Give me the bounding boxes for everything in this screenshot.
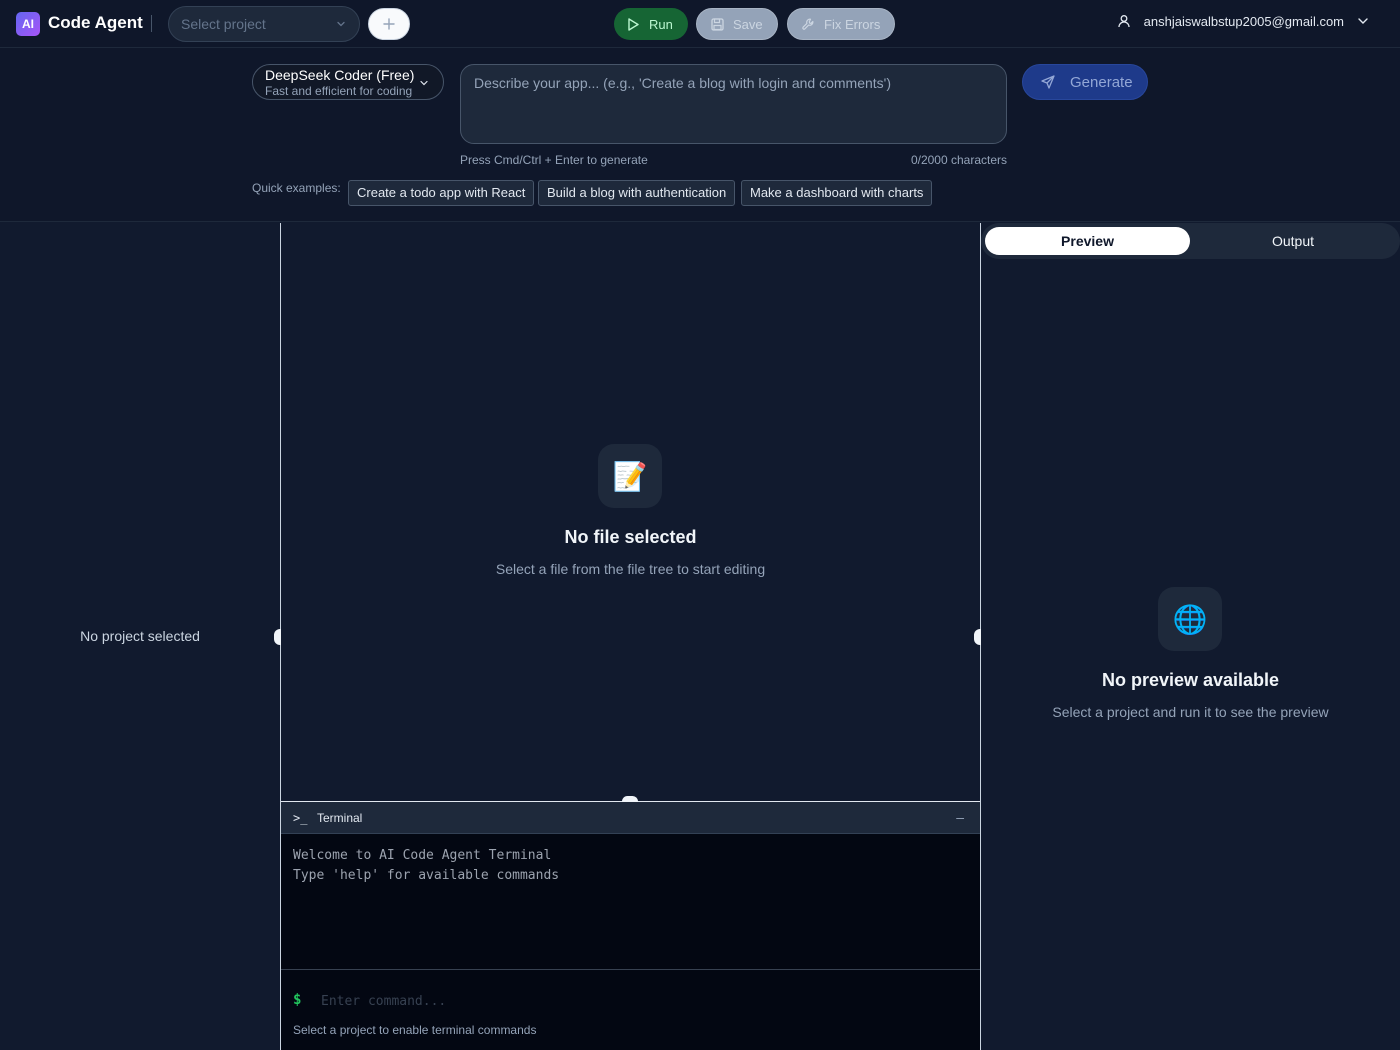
chevron-down-icon — [420, 80, 428, 86]
generate-hint: Press Cmd/Ctrl + Enter to generate — [460, 153, 648, 167]
code-editor-panel: 📝 No file selected Select a file from th… — [281, 223, 980, 801]
run-label: Run — [649, 16, 673, 32]
tab-preview[interactable]: Preview — [985, 227, 1190, 255]
wrench-icon — [802, 18, 814, 30]
generate-label: Generate — [1070, 73, 1133, 91]
top-bar: AI Code Agent Select project Run Save Fi… — [0, 0, 1400, 48]
example-chip[interactable]: Build a blog with authentication — [538, 180, 736, 206]
save-label: Save — [733, 16, 763, 32]
plus-icon — [383, 18, 395, 30]
minimize-icon[interactable]: – — [956, 809, 964, 825]
globe-icon: 🌐 — [1158, 587, 1222, 651]
example-chip[interactable]: Create a todo app with React — [348, 180, 535, 206]
terminal-command-input[interactable] — [321, 991, 921, 1011]
terminal-icon: >_ — [293, 811, 308, 825]
send-icon — [1041, 75, 1055, 89]
memo-icon: 📝 — [598, 444, 662, 508]
fix-errors-label: Fix Errors — [824, 16, 881, 32]
new-project-button[interactable] — [368, 8, 410, 40]
generate-button[interactable]: Generate — [1022, 64, 1148, 100]
preview-tabs: Preview Output — [981, 223, 1400, 259]
app-logo: AI — [16, 12, 40, 36]
fix-errors-button[interactable]: Fix Errors — [787, 8, 895, 40]
project-select[interactable]: Select project — [168, 6, 360, 42]
terminal-body: Welcome to AI Code Agent Terminal Type '… — [281, 834, 980, 1050]
project-select-placeholder: Select project — [181, 16, 266, 32]
terminal-note: Select a project to enable terminal comm… — [293, 1023, 537, 1037]
app-description-input[interactable] — [460, 64, 1007, 144]
model-description: Fast and efficient for coding — [265, 84, 413, 98]
preview-empty-title: No preview available — [1101, 670, 1280, 690]
example-chip[interactable]: Make a dashboard with charts — [741, 180, 933, 206]
preview-panel: Preview Output 🌐 No preview available Se… — [981, 223, 1400, 1050]
save-button[interactable]: Save — [696, 8, 778, 40]
user-menu[interactable]: anshjaiswalbstup2005@gmail.com — [1116, 13, 1370, 29]
model-name: DeepSeek Coder (Free) — [265, 67, 415, 83]
save-icon — [711, 17, 724, 31]
model-select[interactable]: DeepSeek Coder (Free) Fast and efficient… — [252, 64, 444, 100]
title-divider — [151, 15, 152, 32]
terminal-divider — [281, 969, 980, 970]
terminal-prompt-symbol: $ — [293, 992, 302, 1008]
editor-empty-subtitle: Select a file from the file tree to star… — [495, 561, 766, 577]
user-icon — [1117, 15, 1130, 28]
tab-output[interactable]: Output — [1190, 227, 1396, 255]
run-button[interactable]: Run — [614, 8, 688, 40]
app-title: Code Agent — [48, 13, 143, 32]
file-tree-empty-text: No project selected — [80, 628, 200, 644]
chevron-down-icon — [1358, 18, 1368, 24]
character-count: 0/2000 characters — [910, 153, 1007, 167]
quick-examples-label: Quick examples: — [252, 181, 341, 195]
preview-empty-subtitle: Select a project and run it to see the p… — [1052, 704, 1329, 720]
play-icon — [628, 17, 639, 31]
user-email: anshjaiswalbstup2005@gmail.com — [1143, 13, 1344, 29]
chevron-down-icon — [337, 21, 345, 27]
editor-empty-title: No file selected — [564, 527, 697, 547]
terminal-line: Welcome to AI Code Agent Terminal — [293, 848, 552, 863]
terminal-line: Type 'help' for available commands — [293, 868, 560, 883]
generate-panel: DeepSeek Coder (Free) Fast and efficient… — [0, 48, 1400, 222]
file-tree-panel: No project selected — [0, 223, 280, 1050]
terminal-title: Terminal — [317, 811, 363, 825]
terminal-header: >_ Terminal – — [281, 802, 980, 834]
